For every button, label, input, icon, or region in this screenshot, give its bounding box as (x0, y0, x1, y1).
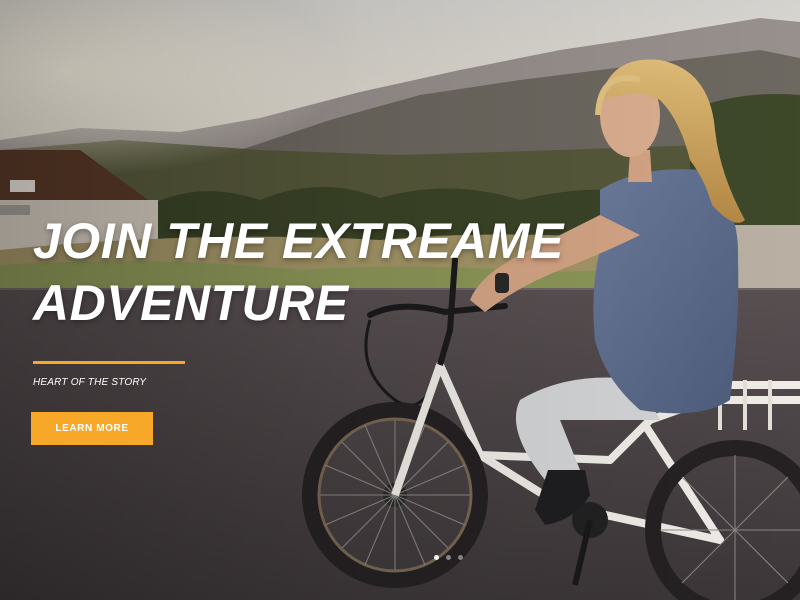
learn-more-button[interactable]: LEARN MORE (31, 412, 153, 445)
hero-subtitle: HEART OF THE STORY (33, 377, 147, 388)
slider-dot-3[interactable] (458, 555, 463, 560)
hero-title-line-2: ADVENTURE (33, 275, 349, 331)
slider-dot-2[interactable] (446, 555, 451, 560)
slider-pagination (434, 555, 463, 560)
accent-divider (33, 361, 185, 364)
hero-content: JOIN THE EXTREAME ADVENTURE HEART OF THE… (31, 210, 593, 445)
slider-dot-1[interactable] (434, 555, 439, 560)
hero-title: JOIN THE EXTREAME ADVENTURE (33, 210, 593, 334)
hero-banner: JOIN THE EXTREAME ADVENTURE HEART OF THE… (0, 0, 800, 600)
hero-title-line-1: JOIN THE EXTREAME (33, 213, 564, 269)
